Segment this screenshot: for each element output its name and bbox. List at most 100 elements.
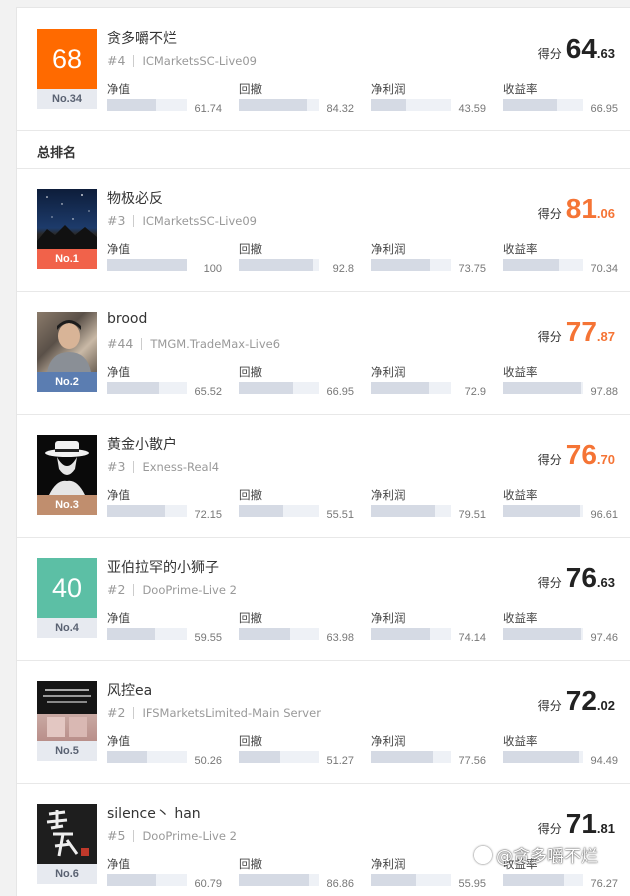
ranking-entry[interactable]: No.2 brood #44 TMGM.TradeMax-Live6 得分 77… — [17, 291, 630, 414]
metric-label: 回撤 — [239, 857, 262, 871]
score-label: 得分 — [537, 699, 562, 713]
metric-bar-fill — [239, 505, 284, 517]
metric-label: 收益率 — [503, 82, 538, 96]
metric-label: 净值 — [107, 488, 130, 502]
metric-return-rate: 收益率 94.49 — [503, 733, 618, 767]
metric-bar-fill — [239, 874, 309, 886]
score-integer: 76 — [565, 562, 597, 593]
trader-name[interactable]: 黄金小散户 — [107, 434, 177, 454]
metric-bar — [239, 874, 319, 886]
metric-bar-fill — [371, 628, 431, 640]
metric-label: 回撤 — [239, 365, 262, 379]
metric-bar-fill — [239, 751, 280, 763]
server-name: IFSMarketsLimited-Main Server — [142, 705, 321, 720]
metric-return-rate: 收益率 97.88 — [503, 364, 618, 398]
trader-name[interactable]: 风控ea — [107, 680, 152, 700]
metric-bar-fill — [371, 99, 406, 111]
metric-label: 回撤 — [239, 488, 262, 502]
avatar: 68 — [37, 29, 97, 89]
metric-bar — [239, 259, 319, 271]
score: 得分 72 .02 — [538, 685, 615, 717]
section-title: 总排名 — [37, 146, 77, 161]
metric-return-rate: 收益率 70.34 — [503, 241, 618, 275]
score-decimal: .87 — [596, 329, 615, 344]
metric-bar — [107, 628, 187, 640]
metric-label: 净利润 — [371, 365, 406, 379]
trader-name[interactable]: 贪多嚼不烂 — [107, 28, 177, 48]
metric-drawdown: 回撤 86.86 — [239, 856, 354, 890]
metric-return-rate: 收益率 66.95 — [503, 81, 618, 115]
metric-value: 94.49 — [590, 755, 618, 767]
metric-net-value: 净值 61.74 — [107, 81, 222, 115]
calligraphy-image — [37, 804, 97, 864]
metric-bar — [503, 628, 583, 640]
metric-value: 92.8 — [332, 263, 354, 275]
metric-bar — [107, 99, 187, 111]
trader-name[interactable]: brood — [107, 311, 147, 327]
metric-bar-fill — [107, 874, 156, 886]
server-name: TMGM.TradeMax-Live6 — [150, 336, 281, 351]
metric-value: 84.32 — [326, 103, 354, 115]
score-integer: 76 — [565, 439, 597, 470]
metric-bar-fill — [107, 99, 157, 111]
metric-value: 73.75 — [458, 263, 486, 275]
starry-sky-icon — [37, 194, 97, 249]
metric-bar-fill — [503, 751, 579, 763]
trader-name[interactable]: silence丶 han — [107, 803, 201, 823]
metric-net-profit: 净利润 74.14 — [371, 610, 486, 644]
metric-drawdown: 回撤 51.27 — [239, 733, 354, 767]
account-rank: #5 — [107, 828, 126, 843]
account-rank: #44 — [107, 336, 134, 351]
metric-label: 收益率 — [503, 611, 538, 625]
ranking-entry[interactable]: No.1 物极必反 #3 ICMarketsSC-Live09 得分 81 .0… — [17, 168, 630, 291]
metric-net-profit: 净利润 72.9 — [371, 364, 486, 398]
ranking-entry[interactable]: No.6 silence丶 han #5 DooPrime-Live 2 得分 … — [17, 783, 630, 896]
metric-bar-fill — [239, 99, 307, 111]
server-name: ICMarketsSC-Live09 — [142, 213, 257, 228]
ranking-entry[interactable]: No.3 黄金小散户 #3 Exness-Real4 得分 76 .70 净值 … — [17, 414, 630, 537]
metric-bar-fill — [107, 505, 165, 517]
score-integer: 77 — [565, 316, 597, 347]
metric-net-profit: 净利润 43.59 — [371, 81, 486, 115]
metric-value: 100 — [203, 263, 222, 275]
person-photo — [37, 312, 97, 372]
metric-value: 59.55 — [194, 632, 222, 644]
metric-bar-fill — [107, 259, 187, 271]
ranking-entry[interactable]: 40 No.4 亚伯拉罕的小狮子 #2 DooPrime-Live 2 得分 7… — [17, 537, 630, 660]
metric-bar-fill — [371, 505, 435, 517]
score: 得分 81 .06 — [538, 193, 615, 225]
account-rank: #3 — [107, 213, 126, 228]
metric-label: 收益率 — [503, 365, 538, 379]
server-name: DooPrime-Live 2 — [142, 582, 237, 597]
trader-name[interactable]: 亚伯拉罕的小狮子 — [107, 557, 219, 577]
text-card-icon — [43, 689, 91, 737]
metric-value: 97.88 — [590, 386, 618, 398]
score: 得分 76 .70 — [538, 439, 615, 471]
metric-value: 86.86 — [326, 878, 354, 890]
score-decimal: .70 — [596, 452, 615, 467]
divider — [17, 130, 630, 131]
metric-bar — [371, 628, 451, 640]
metric-drawdown: 回撤 55.51 — [239, 487, 354, 521]
trader-name[interactable]: 物极必反 — [107, 188, 163, 208]
rank-badge: No.5 — [37, 741, 97, 761]
metric-bar — [503, 505, 583, 517]
metric-bar-fill — [371, 751, 433, 763]
my-entry[interactable]: 68 No.34 贪多嚼不烂 #4 ICMarketsSC-Live09 得分 … — [17, 8, 630, 131]
account-rank: #4 — [107, 53, 126, 68]
score-label: 得分 — [537, 576, 562, 590]
metric-bar-fill — [107, 628, 155, 640]
calligraphy-icon — [46, 810, 89, 857]
metric-bar — [239, 99, 319, 111]
metric-bar — [503, 99, 583, 111]
ranking-entry[interactable]: No.5 风控ea #2 IFSMarketsLimited-Main Serv… — [17, 660, 630, 783]
metric-net-value: 净值 100 — [107, 241, 222, 275]
platform-logo-icon — [474, 845, 492, 864]
metric-value: 74.14 — [458, 632, 486, 644]
metric-bar — [107, 505, 187, 517]
rank-badge: No.1 — [37, 249, 97, 269]
avatar: 40 — [37, 558, 97, 618]
metric-value: 72.15 — [194, 509, 222, 521]
metric-net-value: 净值 72.15 — [107, 487, 222, 521]
separator — [133, 54, 135, 67]
